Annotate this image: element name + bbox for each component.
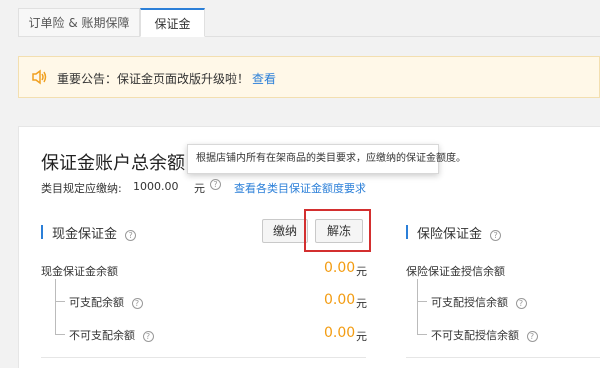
cash-unavailable-row: 不可支配余额 ? — [69, 327, 154, 343]
insurance-unavailable-row: 不可支配授信余额 ? — [431, 327, 538, 343]
pay-button[interactable]: 缴纳 — [262, 219, 308, 243]
tab-deposit[interactable]: 保证金 — [140, 8, 205, 37]
help-icon[interactable]: ? — [142, 331, 154, 342]
tree-line — [417, 334, 427, 335]
required-value: 1000.00 — [133, 180, 179, 193]
cash-unavailable-label: 不可支配余额 — [69, 329, 135, 342]
cash-available-row: 可支配余额 ? — [69, 294, 143, 310]
tab-bar: 订单险 & 账期保障 保证金 — [18, 8, 600, 37]
required-amount-row: 类目规定应缴纳: 1000.00 元 ? 查看各类目保证金额度要求 — [41, 179, 366, 196]
deposit-panel: 保证金账户总余额 根据店铺内所有在架商品的类目要求，应缴纳的保证金额度。 类目规… — [18, 126, 600, 368]
divider — [41, 357, 366, 358]
page-title: 保证金账户总余额 — [41, 153, 185, 174]
tooltip: 根据店铺内所有在架商品的类目要求，应缴纳的保证金额度。 — [187, 144, 466, 174]
tree-line — [55, 301, 65, 302]
cash-available-unit: 元 — [356, 297, 367, 310]
announcement-text: 重要公告：保证金页面改版升级啦！ — [57, 72, 250, 86]
cash-unavailable-unit: 元 — [356, 330, 367, 343]
tree-line — [417, 301, 427, 302]
section-marker — [41, 225, 43, 239]
required-unit: 元 — [194, 182, 205, 195]
cash-balance-value: 0.00 — [324, 260, 356, 276]
help-icon[interactable]: ? — [515, 298, 527, 309]
help-icon[interactable]: ? — [125, 230, 137, 241]
cash-deposit-label: 现金保证金 — [52, 227, 118, 242]
divider — [406, 357, 600, 358]
highlight-box — [304, 209, 371, 252]
insurance-credit-label: 保险保证金授信余额 — [406, 265, 505, 278]
help-icon[interactable]: ? — [526, 331, 538, 342]
insurance-unavailable-label: 不可支配授信余额 — [431, 329, 519, 342]
help-icon[interactable]: ? — [131, 298, 143, 309]
announcement-bar: 重要公告：保证金页面改版升级啦！ 查看 — [18, 56, 600, 98]
tree-line — [55, 334, 65, 335]
help-icon[interactable]: ? — [210, 179, 221, 190]
tab-order-insurance[interactable]: 订单险 & 账期保障 — [18, 8, 140, 37]
insurance-available-row: 可支配授信余额 ? — [431, 294, 527, 310]
category-requirements-link[interactable]: 查看各类目保证金额度要求 — [234, 180, 366, 196]
speaker-icon — [32, 69, 47, 85]
section-marker — [406, 225, 408, 239]
cash-available-label: 可支配余额 — [69, 296, 124, 309]
cash-balance-label: 现金保证金余额 — [41, 265, 118, 278]
cash-unavailable-value: 0.00 — [324, 325, 356, 341]
insurance-deposit-label: 保险保证金 — [417, 227, 483, 242]
cash-balance-unit: 元 — [356, 265, 367, 278]
insurance-deposit-title: 保险保证金 ? — [417, 223, 502, 242]
cash-deposit-title: 现金保证金 ? — [52, 223, 137, 242]
help-icon[interactable]: ? — [490, 230, 502, 241]
insurance-available-label: 可支配授信余额 — [431, 296, 508, 309]
tree-line — [417, 279, 418, 335]
announcement-view-link[interactable]: 查看 — [252, 70, 276, 87]
cash-available-value: 0.00 — [324, 292, 356, 308]
required-label: 类目规定应缴纳: — [41, 182, 122, 195]
tree-line — [55, 279, 56, 335]
